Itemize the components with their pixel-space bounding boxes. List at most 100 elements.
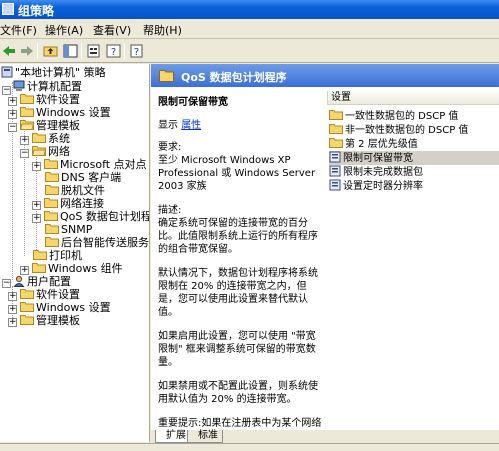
svg-text:?: ? — [111, 47, 116, 58]
description-paragraph-2: 默认情况下，数据包计划程序将系统限制在 20% 的连接带宽之内，但是，您可以使用… — [158, 268, 318, 318]
menu-view[interactable]: 查看(V) — [93, 22, 131, 38]
settings-list: 设置 一致性数据包的 DSCP 值 非一致性数据包的 DSCP 值 第 2 层优… — [327, 91, 499, 421]
tree-network-connections[interactable]: + 网络连接 — [32, 197, 104, 210]
show-properties-line: 显示 属性 — [158, 119, 325, 132]
collapse-toggle[interactable]: − — [2, 279, 11, 288]
menu-help[interactable]: 帮助(H) — [143, 22, 182, 38]
policy-icon — [1, 66, 13, 78]
description-panel: 限制可保留带宽 显示 属性 要求: 至少 Microsoft Windows X… — [151, 87, 325, 442]
menu-file[interactable]: 文件(F) — [0, 22, 37, 38]
folder-icon — [45, 223, 59, 234]
description-label: 描述: — [158, 205, 182, 216]
window-title: 组策略 — [18, 4, 55, 18]
folder-icon — [20, 301, 34, 312]
folder-icon — [32, 132, 46, 143]
folder-icon — [20, 93, 34, 104]
expand-toggle[interactable]: + — [20, 136, 29, 145]
tree-admin-templates[interactable]: − 管理模板 — [8, 119, 80, 132]
tree-windows-settings[interactable]: + Windows 设置 — [8, 106, 111, 119]
tree-offline-files[interactable]: 脱机文件 — [45, 184, 105, 197]
help-icon[interactable]: ? — [104, 42, 123, 60]
forward-arrow-icon[interactable] — [17, 42, 36, 60]
setting-icon — [329, 165, 341, 177]
expand-toggle[interactable]: + — [8, 318, 17, 327]
settings-column-header[interactable]: 设置 — [327, 91, 499, 105]
tree-dns-client[interactable]: DNS 客户端 — [45, 171, 121, 184]
folder-icon — [44, 210, 58, 221]
tree-bits[interactable]: 后台智能传送服务 — [45, 236, 149, 249]
folder-icon — [45, 171, 59, 182]
status-bar — [0, 443, 499, 451]
menu-bar: 文件(F) 操作(A) 查看(V) 帮助(H) — [0, 19, 499, 39]
setting-icon — [329, 179, 341, 191]
expand-toggle[interactable]: + — [32, 214, 41, 223]
description-paragraph-3: 如果启用此设置，您可以使用 "带宽限制" 框来调整系统可保留的带宽数量。 — [158, 331, 316, 368]
app-icon — [2, 3, 14, 15]
tab-extended[interactable]: 扩展 — [155, 430, 191, 443]
folder-icon — [20, 288, 34, 299]
requirements-label: 要求: — [158, 142, 182, 153]
show-hide-tree-icon[interactable] — [61, 42, 80, 60]
folder-icon — [44, 158, 58, 169]
requirements-text: 至少 Microsoft Windows XP Professional 或 W… — [158, 155, 316, 192]
collapse-toggle[interactable]: − — [20, 149, 29, 158]
title-bar: 组策略 — [0, 0, 499, 19]
tree-user-windows[interactable]: + Windows 设置 — [8, 301, 111, 314]
folder-icon — [33, 249, 47, 260]
setting-row-3[interactable]: 限制可保留带宽 — [329, 151, 499, 165]
user-icon — [13, 275, 25, 287]
setting-row-5[interactable]: 设置定时器分辨率 — [329, 179, 423, 193]
details-pane: QoS 数据包计划程序 限制可保留带宽 显示 属性 要求: 至少 Microso… — [151, 64, 499, 442]
tree-software-settings[interactable]: + 软件设置 — [8, 93, 80, 106]
expand-toggle[interactable]: + — [8, 97, 17, 106]
svg-text:?: ? — [134, 47, 139, 58]
expand-toggle[interactable]: + — [20, 266, 29, 275]
folder-open-icon — [32, 145, 46, 156]
expand-toggle[interactable]: + — [8, 305, 17, 314]
tree-system[interactable]: + 系统 — [20, 132, 70, 145]
setting-row-1[interactable]: 非一致性数据包的 DSCP 值 — [329, 123, 468, 137]
tree-network[interactable]: − 网络 — [20, 145, 70, 158]
properties-link[interactable]: 属性 — [181, 120, 201, 131]
description-paragraph-4: 如果禁用或不配置此设置，则系统使用默认值为 20% 的连接带宽。 — [158, 381, 318, 405]
setting-row-2[interactable]: 第 2 层优先级值 — [329, 137, 418, 151]
expand-toggle[interactable]: + — [32, 201, 41, 210]
folder-icon — [20, 106, 34, 117]
menu-action[interactable]: 操作(A) — [45, 22, 83, 38]
setting-row-4[interactable]: 限制未完成数据包 — [329, 165, 423, 179]
help-book-icon[interactable]: ? — [127, 42, 146, 60]
expand-toggle[interactable]: + — [8, 110, 17, 119]
folder-icon — [20, 314, 34, 325]
expand-toggle[interactable]: + — [32, 162, 41, 171]
tree-computer-config[interactable]: − 计算机配置 — [2, 80, 82, 95]
view-tabs: 扩展 标准 — [151, 430, 499, 443]
tree-user-software[interactable]: + 软件设置 — [8, 288, 80, 301]
expand-toggle[interactable]: + — [8, 292, 17, 301]
setting-row-0[interactable]: 一致性数据包的 DSCP 值 — [329, 109, 458, 123]
tree-snmp[interactable]: SNMP — [45, 223, 92, 236]
tree-pane: "本地计算机" 策略 − 计算机配置 + 软件设置 + Windows 设置 − 管理模… — [0, 64, 150, 442]
show-label: 显示 — [158, 120, 178, 131]
tree-root[interactable]: "本地计算机" 策略 — [1, 66, 106, 79]
tab-standard[interactable]: 标准 — [187, 430, 223, 443]
setting-icon — [329, 151, 341, 163]
pane-header-title: QoS 数据包计划程序 — [181, 71, 287, 84]
folder-icon — [329, 109, 343, 120]
computer-icon — [13, 80, 25, 92]
properties-icon[interactable] — [84, 42, 103, 60]
tree-windows-components[interactable]: + Windows 组件 — [20, 262, 123, 275]
tree-user-admin[interactable]: + 管理模板 — [8, 314, 80, 327]
tree-user-config[interactable]: − 用户配置 — [2, 275, 71, 288]
toolbar: ? ? — [0, 40, 499, 63]
pane-header: QoS 数据包计划程序 — [151, 64, 499, 87]
folder-icon — [329, 137, 343, 148]
tree-ms-client[interactable]: + Microsoft 点对点 — [32, 158, 147, 171]
folder-icon — [44, 197, 58, 208]
description-paragraph-1: 确定系统可保留的连接带宽的百分比。此值限制系统上运行的所有程序的组合带宽保留。 — [158, 218, 318, 255]
folder-icon — [45, 236, 59, 247]
setting-title: 限制可保留带宽 — [158, 97, 228, 108]
tree-printers[interactable]: 打印机 — [33, 249, 82, 262]
tree-qos[interactable]: +QoS 数据包计划程序 — [32, 210, 149, 223]
collapse-toggle[interactable]: − — [8, 123, 17, 132]
up-folder-icon[interactable] — [41, 42, 60, 60]
